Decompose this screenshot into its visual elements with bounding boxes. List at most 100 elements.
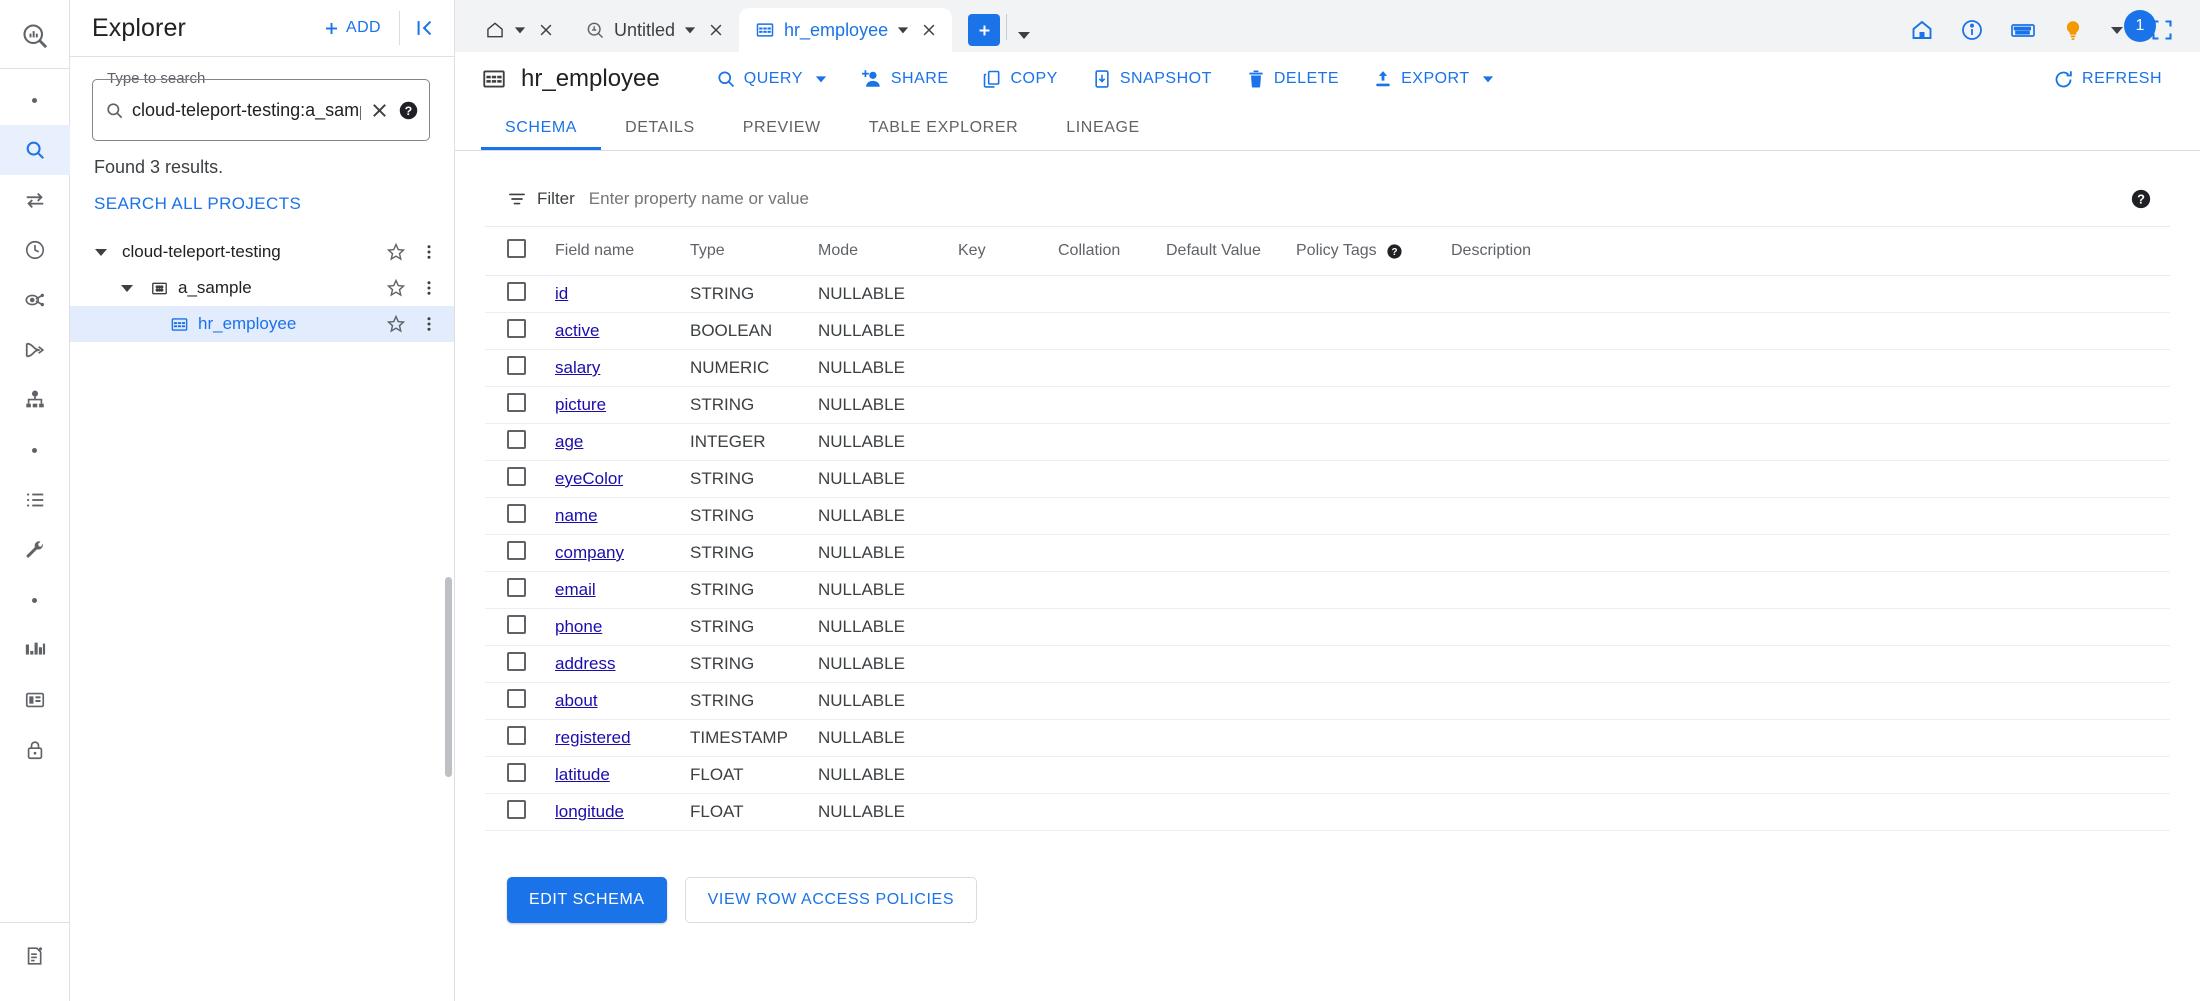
close-icon[interactable] bbox=[361, 100, 398, 121]
row-checkbox[interactable] bbox=[507, 430, 526, 449]
table-row[interactable]: name STRING NULLABLE bbox=[485, 497, 2170, 535]
row-checkbox[interactable] bbox=[507, 652, 526, 671]
field-name-link[interactable]: eyeColor bbox=[555, 469, 623, 488]
search-input[interactable] bbox=[132, 99, 361, 121]
chevron-down-icon[interactable] bbox=[88, 245, 114, 259]
rail-item-release-notes[interactable] bbox=[0, 931, 70, 981]
select-all-checkbox[interactable] bbox=[507, 239, 526, 258]
table-row[interactable]: salary NUMERIC NULLABLE bbox=[485, 349, 2170, 387]
table-row[interactable]: about STRING NULLABLE bbox=[485, 682, 2170, 720]
rail-item-scheduled-queries[interactable] bbox=[0, 225, 70, 275]
table-row[interactable]: address STRING NULLABLE bbox=[485, 645, 2170, 683]
chevron-down-icon[interactable] bbox=[114, 281, 140, 295]
row-checkbox[interactable] bbox=[507, 504, 526, 523]
field-name-link[interactable]: picture bbox=[555, 395, 606, 414]
rail-item-policy-tags[interactable] bbox=[0, 725, 70, 775]
delete-button[interactable]: DELETE bbox=[1234, 61, 1351, 97]
row-checkbox[interactable] bbox=[507, 615, 526, 634]
table-row[interactable]: email STRING NULLABLE bbox=[485, 571, 2170, 609]
field-name-link[interactable]: company bbox=[555, 543, 624, 562]
row-checkbox[interactable] bbox=[507, 578, 526, 597]
rail-item-capacity[interactable] bbox=[0, 625, 70, 675]
home-icon[interactable] bbox=[1910, 18, 1934, 42]
close-icon[interactable] bbox=[920, 21, 938, 39]
table-row[interactable]: registered TIMESTAMP NULLABLE bbox=[485, 719, 2170, 757]
field-name-link[interactable]: phone bbox=[555, 617, 602, 636]
help-circle-icon[interactable]: ? bbox=[398, 100, 419, 121]
tab-home[interactable] bbox=[469, 8, 569, 52]
row-checkbox[interactable] bbox=[507, 726, 526, 745]
tree-item-dataset[interactable]: a_sample bbox=[70, 270, 454, 306]
row-checkbox[interactable] bbox=[507, 319, 526, 338]
star-icon[interactable] bbox=[386, 314, 406, 334]
rail-item-transfers[interactable] bbox=[0, 175, 70, 225]
filter-input[interactable] bbox=[588, 188, 2116, 209]
rail-item-job-history[interactable] bbox=[0, 475, 70, 525]
tab-preview[interactable]: PREVIEW bbox=[719, 106, 845, 150]
search-all-projects-link[interactable]: SEARCH ALL PROJECTS bbox=[94, 192, 301, 216]
tree-item-table-hr-employee[interactable]: hr_employee bbox=[70, 306, 454, 342]
field-name-link[interactable]: name bbox=[555, 506, 598, 525]
chevron-down-icon[interactable] bbox=[2110, 23, 2124, 37]
field-name-link[interactable]: registered bbox=[555, 728, 631, 747]
field-name-link[interactable]: email bbox=[555, 580, 596, 599]
table-row[interactable]: phone STRING NULLABLE bbox=[485, 608, 2170, 646]
rail-item-dataform[interactable] bbox=[0, 375, 70, 425]
close-icon[interactable] bbox=[707, 21, 725, 39]
row-checkbox[interactable] bbox=[507, 356, 526, 375]
new-tab-menu-button[interactable] bbox=[1017, 28, 1031, 42]
table-row[interactable]: company STRING NULLABLE bbox=[485, 534, 2170, 572]
table-row[interactable]: longitude FLOAT NULLABLE bbox=[485, 793, 2170, 831]
field-name-link[interactable]: salary bbox=[555, 358, 600, 377]
close-icon[interactable] bbox=[537, 21, 555, 39]
table-row[interactable]: id STRING NULLABLE bbox=[485, 275, 2170, 313]
rail-item-dot-3[interactable] bbox=[0, 575, 70, 625]
field-name-link[interactable]: about bbox=[555, 691, 598, 710]
tab-untitled[interactable]: Untitled bbox=[569, 8, 739, 52]
add-button[interactable]: ADD bbox=[312, 11, 391, 46]
field-name-link[interactable]: latitude bbox=[555, 765, 610, 784]
row-checkbox[interactable] bbox=[507, 467, 526, 486]
table-row[interactable]: eyeColor STRING NULLABLE bbox=[485, 460, 2170, 498]
refresh-button[interactable]: REFRESH bbox=[2041, 61, 2174, 98]
row-checkbox[interactable] bbox=[507, 800, 526, 819]
tab-schema[interactable]: SCHEMA bbox=[481, 106, 602, 150]
search-box[interactable]: ? bbox=[92, 79, 430, 141]
notification-badge[interactable]: 1 bbox=[2124, 10, 2156, 42]
table-row[interactable]: picture STRING NULLABLE bbox=[485, 386, 2170, 424]
rail-item-search[interactable] bbox=[0, 125, 70, 175]
field-name-link[interactable]: id bbox=[555, 284, 568, 303]
star-icon[interactable] bbox=[386, 278, 406, 298]
view-row-access-policies-button[interactable]: VIEW ROW ACCESS POLICIES bbox=[684, 877, 978, 923]
rail-item-dot-2[interactable] bbox=[0, 425, 70, 475]
keyboard-icon[interactable] bbox=[2010, 18, 2036, 42]
help-circle-icon[interactable]: ? bbox=[2130, 188, 2160, 210]
chevron-down-icon[interactable] bbox=[514, 24, 526, 36]
more-vert-icon[interactable] bbox=[420, 243, 438, 261]
rail-item-analytics-hub[interactable] bbox=[0, 275, 70, 325]
rail-item-pipelines[interactable] bbox=[0, 325, 70, 375]
chevron-down-icon[interactable] bbox=[897, 24, 909, 36]
share-button[interactable]: SHARE bbox=[849, 61, 961, 97]
more-vert-icon[interactable] bbox=[420, 279, 438, 297]
copy-button[interactable]: COPY bbox=[970, 61, 1069, 97]
table-row[interactable]: latitude FLOAT NULLABLE bbox=[485, 756, 2170, 794]
table-row[interactable]: active BOOLEAN NULLABLE bbox=[485, 312, 2170, 350]
table-row[interactable]: age INTEGER NULLABLE bbox=[485, 423, 2170, 461]
collapse-panel-button[interactable] bbox=[408, 11, 450, 45]
edit-schema-button[interactable]: EDIT SCHEMA bbox=[507, 877, 667, 923]
rail-item-dot-1[interactable] bbox=[0, 75, 70, 125]
rail-item-reservations[interactable] bbox=[0, 675, 70, 725]
lightbulb-icon[interactable] bbox=[2062, 18, 2084, 42]
tab-lineage[interactable]: LINEAGE bbox=[1042, 106, 1164, 150]
tab-hr-employee[interactable]: hr_employee bbox=[739, 8, 953, 52]
more-vert-icon[interactable] bbox=[420, 315, 438, 333]
row-checkbox[interactable] bbox=[507, 763, 526, 782]
star-icon[interactable] bbox=[386, 242, 406, 262]
query-button[interactable]: QUERY bbox=[704, 61, 839, 97]
snapshot-button[interactable]: SNAPSHOT bbox=[1080, 61, 1224, 97]
field-name-link[interactable]: age bbox=[555, 432, 583, 451]
tab-table-explorer[interactable]: TABLE EXPLORER bbox=[845, 106, 1043, 150]
new-tab-button[interactable] bbox=[968, 14, 1001, 46]
export-button[interactable]: EXPORT bbox=[1361, 61, 1506, 97]
